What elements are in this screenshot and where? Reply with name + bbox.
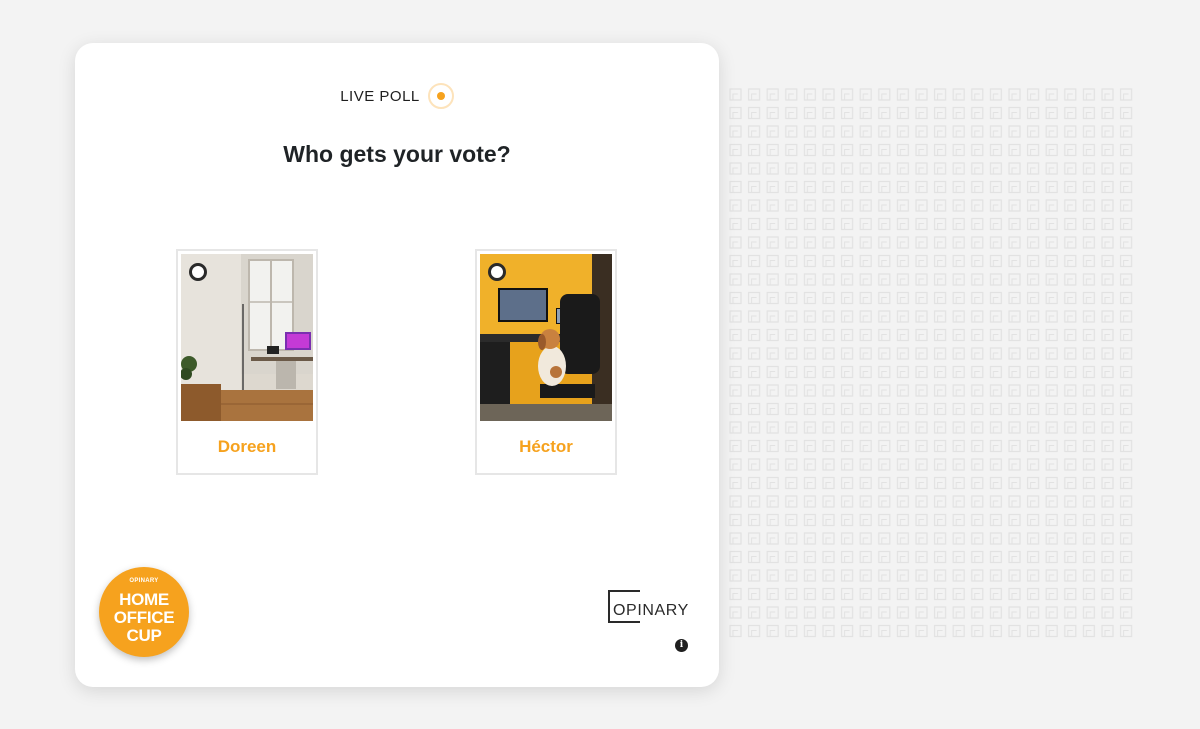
decorative-pattern (728, 86, 1138, 642)
info-icon[interactable]: i (675, 639, 688, 652)
badge-line-1: HOME (119, 590, 169, 609)
home-office-cup-badge: OPINARY HOME OFFICE CUP (99, 567, 189, 657)
radio-button[interactable] (488, 263, 506, 281)
radio-button[interactable] (189, 263, 207, 281)
poll-option-hector[interactable]: Héctor (475, 249, 617, 475)
poll-option-doreen[interactable]: Doreen (176, 249, 318, 475)
badge-brand: OPINARY (129, 578, 159, 584)
option-label: Héctor (519, 437, 573, 456)
live-poll-label: LIVE POLL (340, 87, 420, 105)
poll-question: Who gets your vote? (283, 141, 511, 167)
poll-card: LIVE POLL Who gets your vote? Doreen Héc… (75, 43, 719, 687)
badge-line-2: OFFICE (113, 608, 175, 627)
live-poll-indicator: LIVE POLL (75, 83, 719, 109)
option-label: Doreen (217, 437, 277, 456)
live-dot-icon (427, 83, 454, 109)
badge-line-3: CUP (126, 626, 162, 645)
logo-text: OPINARY (613, 602, 689, 619)
